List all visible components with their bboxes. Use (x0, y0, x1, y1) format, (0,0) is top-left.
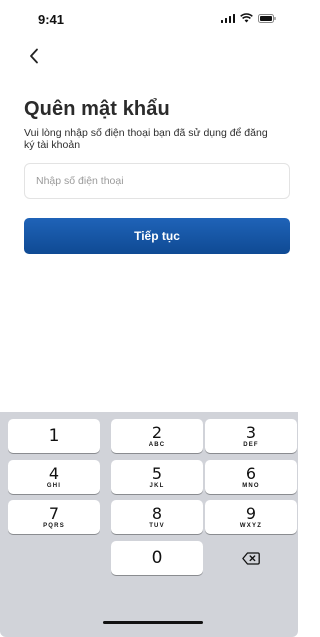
numeric-keypad: 1 2 ABC 3 DEF 4 GHI 5 JKL 6 MNO 7 PQRS 8 (0, 412, 298, 637)
phone-number-input[interactable] (25, 164, 289, 198)
screen: 9:41 Quên mật khẩu Vui lòng nhập số điện… (0, 0, 298, 637)
status-time: 9:41 (38, 12, 65, 27)
key-7-number: 7 (48, 504, 60, 523)
key-7[interactable]: 7 PQRS (8, 500, 100, 534)
key-8[interactable]: 8 TUV (111, 500, 203, 534)
key-9-number: 9 (245, 504, 257, 523)
backspace-icon (242, 551, 260, 565)
page-title: Quên mật khẩu (24, 98, 170, 120)
key-4[interactable]: 4 GHI (8, 460, 100, 494)
chevron-left-icon (30, 48, 38, 64)
key-5-letters: JKL (149, 483, 165, 489)
key-9[interactable]: 9 WXYZ (205, 500, 297, 534)
key-5-number: 5 (151, 464, 163, 483)
delete-key[interactable] (205, 541, 297, 575)
key-7-letters: PQRS (43, 523, 65, 529)
key-3-number: 3 (245, 423, 257, 442)
key-1[interactable]: 1 (8, 419, 100, 453)
key-2-letters: ABC (148, 442, 166, 448)
key-3-letters: DEF (243, 442, 259, 448)
key-2[interactable]: 2 ABC (111, 419, 203, 453)
status-icons (220, 13, 277, 23)
back-button[interactable] (22, 44, 46, 68)
key-9-letters: WXYZ (239, 523, 263, 529)
key-4-number: 4 (48, 464, 60, 483)
key-4-letters: GHI (46, 483, 62, 489)
key-2-number: 2 (151, 423, 163, 442)
home-indicator (103, 621, 203, 624)
phone-input-container (24, 163, 290, 199)
key-1-number: 1 (48, 425, 60, 446)
key-0[interactable]: 0 (111, 541, 203, 575)
wifi-icon (240, 13, 253, 23)
battery-icon (258, 13, 276, 23)
key-3[interactable]: 3 DEF (205, 419, 297, 453)
key-6-letters: MNO (242, 483, 260, 489)
cellular-signal-icon (220, 13, 235, 23)
key-8-letters: TUV (149, 523, 165, 529)
continue-button[interactable]: Tiếp tục (24, 218, 290, 254)
key-6-number: 6 (245, 464, 257, 483)
key-0-number: 0 (151, 547, 163, 568)
page-description: Vui lòng nhập số điện thoại bạn đã sử dụ… (24, 127, 268, 151)
key-8-number: 8 (151, 504, 163, 523)
status-bar: 9:41 (0, 0, 298, 38)
key-5[interactable]: 5 JKL (111, 460, 203, 494)
key-6[interactable]: 6 MNO (205, 460, 297, 494)
